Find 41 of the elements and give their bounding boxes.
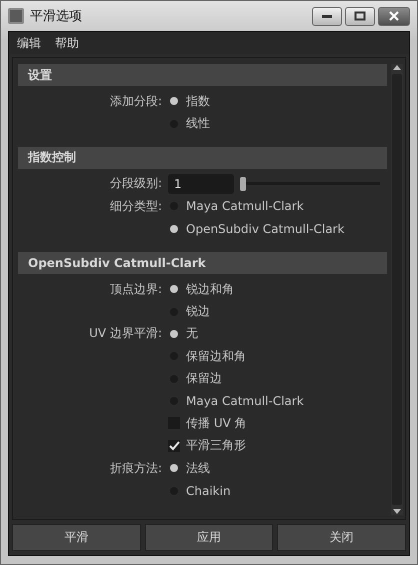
field-label: 顶点边界: — [110, 282, 162, 296]
menu-item[interactable]: 帮助 — [55, 34, 79, 52]
radio-option[interactable]: 指数 — [168, 92, 210, 110]
radio-option[interactable]: 锐边 — [168, 303, 210, 320]
field-label: 折痕方法: — [110, 460, 162, 475]
scrollbar[interactable] — [391, 64, 403, 515]
field-label: 添加分段: — [110, 94, 162, 108]
section-header[interactable]: 指数控制 — [18, 146, 387, 169]
checkbox[interactable]: 传播 UV 角 — [168, 414, 247, 432]
app-icon — [8, 8, 24, 24]
radio-option[interactable]: 保留边和角 — [168, 348, 246, 365]
minimize-button[interactable] — [312, 6, 342, 26]
maximize-button[interactable] — [345, 6, 375, 26]
check-icon — [168, 440, 180, 451]
menu-item[interactable]: 编辑 — [17, 34, 41, 52]
number-field[interactable]: 1 — [168, 174, 234, 194]
field-label: 细分类型: — [110, 198, 162, 213]
checkbox[interactable]: 平滑三角形 — [168, 437, 246, 454]
minimize-icon — [321, 13, 333, 19]
radio-option[interactable]: 法线 — [168, 460, 210, 477]
radio-option[interactable]: 锐边和角 — [168, 280, 234, 298]
scroll-up-icon[interactable] — [392, 64, 402, 70]
maximize-icon — [354, 11, 366, 21]
section-header[interactable]: OpenSubdiv Catmull-Clark — [18, 252, 387, 274]
close-button[interactable] — [378, 6, 410, 26]
dialog-button[interactable]: 平滑 — [12, 524, 141, 551]
radio-option[interactable]: Maya Catmull-Clark — [168, 199, 304, 214]
radio-option[interactable]: 线性 — [168, 115, 210, 132]
radio-option[interactable]: 保留边 — [168, 370, 222, 388]
dialog-button[interactable]: 关闭 — [277, 524, 406, 551]
scroll-down-icon[interactable] — [392, 509, 402, 515]
radio-option[interactable]: Chaikin — [168, 484, 231, 498]
close-icon — [388, 11, 400, 21]
window-title: 平滑选项 — [30, 8, 83, 25]
field-label: UV 边界平滑: — [89, 326, 162, 340]
radio-option[interactable]: 无 — [168, 325, 198, 342]
radio-option[interactable]: OpenSubdiv Catmull-Clark — [168, 222, 344, 236]
field-label: 分段级别: — [110, 176, 162, 190]
radio-option[interactable]: Maya Catmull-Clark — [168, 394, 304, 408]
section-header[interactable]: 设置 — [18, 64, 387, 86]
dialog-button[interactable]: 应用 — [144, 524, 274, 551]
